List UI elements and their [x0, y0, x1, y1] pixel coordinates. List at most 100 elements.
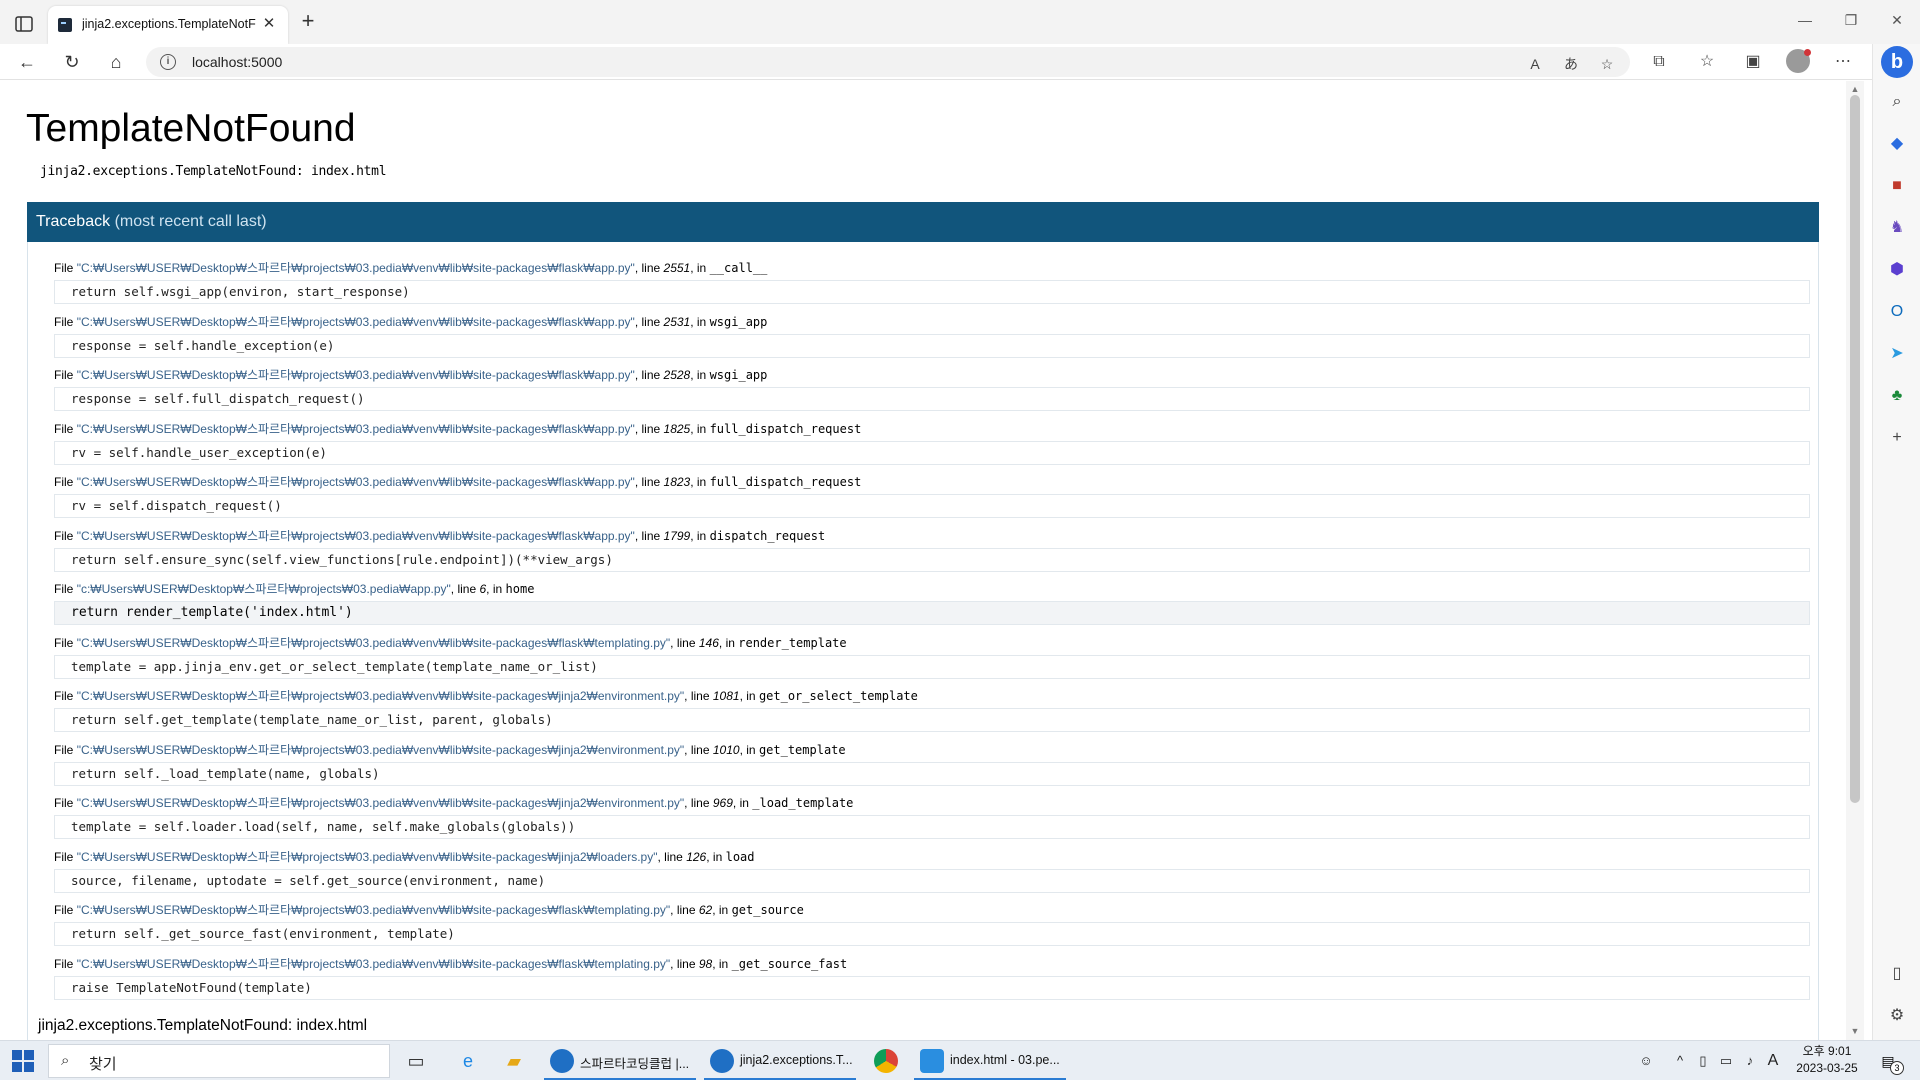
- frame-line-number: 1081: [712, 689, 740, 703]
- people-icon[interactable]: ☺: [1636, 1051, 1656, 1071]
- frame-code-line[interactable]: rv = self.handle_user_exception(e): [54, 440, 1810, 465]
- taskbar-app-vscode[interactable]: index.html - 03.pe...: [914, 1041, 1066, 1080]
- frame-filename[interactable]: "C:₩Users₩USER₩Desktop₩스파르타₩projects₩03.…: [77, 850, 658, 864]
- frame-line-number: 62: [698, 903, 713, 917]
- frame-filename[interactable]: "C:₩Users₩USER₩Desktop₩스파르타₩projects₩03.…: [77, 529, 635, 543]
- games-icon[interactable]: ♞: [1885, 216, 1909, 240]
- bing-chat-icon[interactable]: b: [1881, 46, 1913, 78]
- frame-code-line[interactable]: response = self.handle_exception(e): [54, 333, 1810, 358]
- frame-code-line[interactable]: return self.ensure_sync(self.view_functi…: [54, 547, 1810, 572]
- tab-actions-icon[interactable]: [12, 12, 36, 36]
- frame-code-line[interactable]: source, filename, uptodate = self.get_so…: [54, 868, 1810, 893]
- frame-filename[interactable]: "C:₩Users₩USER₩Desktop₩스파르타₩projects₩03.…: [77, 903, 670, 917]
- hide-sidebar-icon[interactable]: ▯: [1885, 962, 1909, 986]
- frame-code-line[interactable]: return render_template('index.html'): [54, 601, 1810, 625]
- taskbar-search-box[interactable]: ⌕ 찾기: [48, 1044, 390, 1078]
- frame-filename[interactable]: "C:₩Users₩USER₩Desktop₩스파르타₩projects₩03.…: [77, 475, 635, 489]
- translate-icon[interactable]: あ: [1560, 53, 1582, 75]
- tree-icon[interactable]: ♣: [1885, 384, 1909, 408]
- frame-filename[interactable]: "C:₩Users₩USER₩Desktop₩스파르타₩projects₩03.…: [77, 368, 635, 382]
- traceback-title: Traceback: [36, 213, 111, 230]
- url-text[interactable]: localhost:5000: [192, 54, 282, 70]
- line-label: line: [676, 903, 696, 917]
- file-explorer-icon[interactable]: ▰: [500, 1047, 528, 1075]
- tab-close-icon[interactable]: ✕: [260, 15, 278, 33]
- file-label: File: [54, 582, 74, 596]
- page-scrollbar[interactable]: ▲ ▼: [1846, 81, 1864, 1040]
- frame-header: File "C:₩Users₩USER₩Desktop₩스파르타₩project…: [54, 314, 768, 329]
- scroll-up-icon[interactable]: ▲: [1849, 83, 1861, 95]
- collections-icon[interactable]: ▣: [1740, 49, 1766, 75]
- frame-code-line[interactable]: return self._get_source_fast(environment…: [54, 922, 1810, 946]
- device-icon[interactable]: ▯: [1694, 1051, 1712, 1071]
- frame-filename[interactable]: "C:₩Users₩USER₩Desktop₩스파르타₩projects₩03.…: [77, 743, 684, 757]
- minimize-button[interactable]: —: [1790, 8, 1820, 32]
- sidebar-settings-icon[interactable]: ⚙: [1885, 1004, 1909, 1028]
- add-favorite-icon[interactable]: ☆: [1596, 53, 1618, 75]
- send-icon[interactable]: ➤: [1885, 342, 1909, 366]
- refresh-icon[interactable]: ↻: [58, 48, 86, 76]
- taskbar-app-chrome[interactable]: [874, 1041, 902, 1080]
- taskbar-app-edge-1[interactable]: 스파르타코딩클럽 |...: [544, 1041, 696, 1080]
- edge-icon: [550, 1049, 574, 1073]
- address-bar[interactable]: i localhost:5000 A あ ☆: [146, 47, 1630, 77]
- ime-indicator[interactable]: A: [1764, 1051, 1782, 1071]
- network-icon[interactable]: ▭: [1716, 1051, 1736, 1071]
- frame-code-line[interactable]: return self._load_template(name, globals…: [54, 761, 1810, 786]
- file-label: File: [54, 368, 74, 382]
- tools-icon[interactable]: ■: [1885, 174, 1909, 198]
- taskbar-clock[interactable]: 오후 9:01 2023-03-25: [1790, 1043, 1864, 1077]
- frame-filename[interactable]: "C:₩Users₩USER₩Desktop₩스파르타₩projects₩03.…: [77, 636, 670, 650]
- traceback-frame: File "C:₩Users₩USER₩Desktop₩스파르타₩project…: [54, 366, 1810, 411]
- frame-filename[interactable]: "C:₩Users₩USER₩Desktop₩스파르타₩projects₩03.…: [77, 422, 635, 436]
- in-label: in: [718, 903, 729, 917]
- show-hidden-icons-icon[interactable]: ^: [1670, 1051, 1690, 1071]
- notification-icon[interactable]: ▤ 3: [1876, 1049, 1904, 1075]
- task-view-icon[interactable]: ▭: [402, 1047, 430, 1075]
- back-icon[interactable]: ←: [13, 48, 41, 76]
- browser-tab[interactable]: jinja2.exceptions.TemplateNotF ✕: [48, 6, 288, 44]
- scrollbar-thumb[interactable]: [1850, 95, 1860, 803]
- frame-code-line[interactable]: return self.wsgi_app(environ, start_resp…: [54, 280, 1810, 304]
- traceback-header[interactable]: Traceback (most recent call last): [27, 202, 1819, 242]
- frame-filename[interactable]: "c:₩Users₩USER₩Desktop₩스파르타₩projects₩03.…: [77, 582, 451, 596]
- frame-filename[interactable]: "C:₩Users₩USER₩Desktop₩스파르타₩projects₩03.…: [77, 689, 684, 703]
- frame-code-line[interactable]: template = app.jinja_env.get_or_select_t…: [54, 654, 1810, 679]
- frame-filename[interactable]: "C:₩Users₩USER₩Desktop₩스파르타₩projects₩03.…: [77, 261, 635, 275]
- traceback-frame: File "C:₩Users₩USER₩Desktop₩스파르타₩project…: [54, 313, 1810, 358]
- frame-code-line[interactable]: rv = self.dispatch_request(): [54, 494, 1810, 518]
- close-window-button[interactable]: ✕: [1882, 8, 1912, 32]
- read-aloud-icon[interactable]: A: [1524, 53, 1546, 75]
- outlook-icon[interactable]: O: [1885, 300, 1909, 324]
- new-tab-button[interactable]: +: [296, 10, 320, 34]
- frame-code-line[interactable]: raise TemplateNotFound(template): [54, 975, 1810, 1000]
- favorites-icon[interactable]: ☆: [1694, 49, 1720, 75]
- add-sidebar-app-icon[interactable]: +: [1885, 426, 1909, 450]
- taskbar-app-edge-2[interactable]: jinja2.exceptions.T...: [704, 1041, 856, 1080]
- frame-code-line[interactable]: response = self.full_dispatch_request(): [54, 387, 1810, 411]
- frame-filename[interactable]: "C:₩Users₩USER₩Desktop₩스파르타₩projects₩03.…: [77, 315, 635, 329]
- frame-code-line[interactable]: return self.get_template(template_name_o…: [54, 708, 1810, 732]
- file-label: File: [54, 475, 74, 489]
- frame-filename[interactable]: "C:₩Users₩USER₩Desktop₩스파르타₩projects₩03.…: [77, 796, 684, 810]
- file-label: File: [54, 421, 74, 436]
- file-label: File: [54, 528, 74, 543]
- windows-start-icon[interactable]: [12, 1050, 34, 1072]
- volume-icon[interactable]: ♪: [1740, 1051, 1760, 1071]
- edge-icon: [710, 1049, 734, 1073]
- office-icon[interactable]: ⬢: [1885, 258, 1909, 282]
- in-label: in: [746, 742, 756, 757]
- scroll-down-icon[interactable]: ▼: [1849, 1025, 1861, 1037]
- home-icon[interactable]: ⌂: [102, 48, 130, 76]
- internet-explorer-icon[interactable]: e: [454, 1047, 482, 1075]
- line-label: line: [641, 368, 661, 382]
- site-info-icon[interactable]: i: [160, 54, 176, 70]
- frame-code-line[interactable]: template = self.loader.load(self, name, …: [54, 815, 1810, 839]
- frame-filename[interactable]: "C:₩Users₩USER₩Desktop₩스파르타₩projects₩03.…: [77, 957, 670, 971]
- more-menu-icon[interactable]: ⋯: [1830, 49, 1856, 75]
- extensions-icon[interactable]: ⧉: [1646, 49, 1672, 75]
- shopping-icon[interactable]: ◆: [1885, 132, 1909, 156]
- in-label: in: [696, 261, 707, 275]
- search-icon[interactable]: ⌕: [1885, 90, 1909, 114]
- restore-button[interactable]: ❐: [1836, 8, 1866, 32]
